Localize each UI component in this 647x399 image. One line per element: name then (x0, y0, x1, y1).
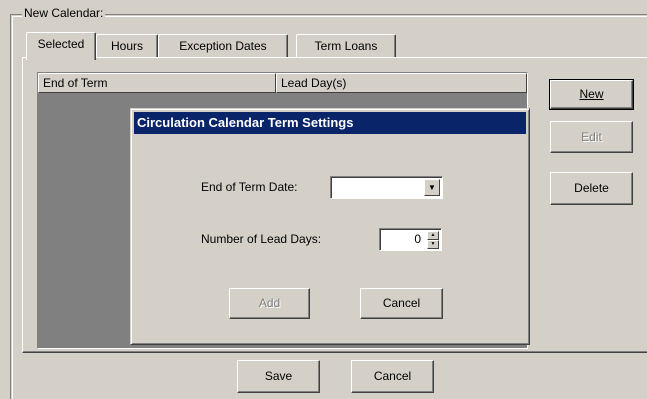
add-button-label: Add (258, 296, 281, 310)
tab-selected[interactable]: Selected (26, 32, 96, 60)
group-label: New Calendar: (22, 6, 106, 20)
save-button[interactable]: Save (237, 360, 320, 393)
tab-label: Hours (110, 39, 143, 53)
dialog-title: Circulation Calendar Term Settings (134, 112, 526, 134)
chevron-down-icon[interactable]: ▼ (424, 179, 440, 196)
column-header-end-of-term[interactable]: End of Term (38, 73, 276, 93)
edit-button[interactable]: Edit (550, 121, 633, 153)
new-button-label: New (579, 87, 604, 101)
dialog-cancel-button-label: Cancel (382, 296, 421, 310)
tab-hours[interactable]: Hours (96, 34, 158, 58)
delete-button[interactable]: Delete (550, 172, 633, 205)
edit-button-label: Edit (581, 130, 602, 144)
cancel-button-label: Cancel (373, 369, 412, 383)
spin-up-icon[interactable]: ▲ (427, 231, 439, 240)
dialog-cancel-button[interactable]: Cancel (360, 288, 443, 319)
new-button[interactable]: New (549, 79, 634, 110)
tab-label: Selected (37, 37, 85, 51)
save-button-label: Save (264, 369, 293, 383)
delete-button-label: Delete (574, 181, 609, 195)
tab-label: Term Loans (314, 39, 378, 53)
tab-exception-dates[interactable]: Exception Dates (158, 34, 288, 58)
add-button[interactable]: Add (229, 288, 310, 319)
end-of-term-date-dropdown[interactable]: ▼ (330, 176, 443, 199)
column-header-lead-days[interactable]: Lead Day(s) (276, 73, 527, 93)
column-label: Lead Day(s) (281, 76, 347, 90)
end-of-term-date-label: End of Term Date: (201, 180, 298, 194)
column-label: End of Term (43, 76, 108, 90)
lead-days-spinner[interactable]: 0 ▲ ▼ (379, 228, 442, 251)
tab-label: Exception Dates (179, 39, 267, 53)
cancel-button[interactable]: Cancel (351, 360, 434, 393)
spin-down-icon[interactable]: ▼ (427, 240, 439, 249)
lead-days-value: 0 (414, 232, 421, 246)
lead-days-label: Number of Lead Days: (201, 232, 322, 246)
tab-term-loans[interactable]: Term Loans (296, 34, 396, 58)
term-settings-dialog: Circulation Calendar Term Settings End o… (130, 108, 530, 345)
